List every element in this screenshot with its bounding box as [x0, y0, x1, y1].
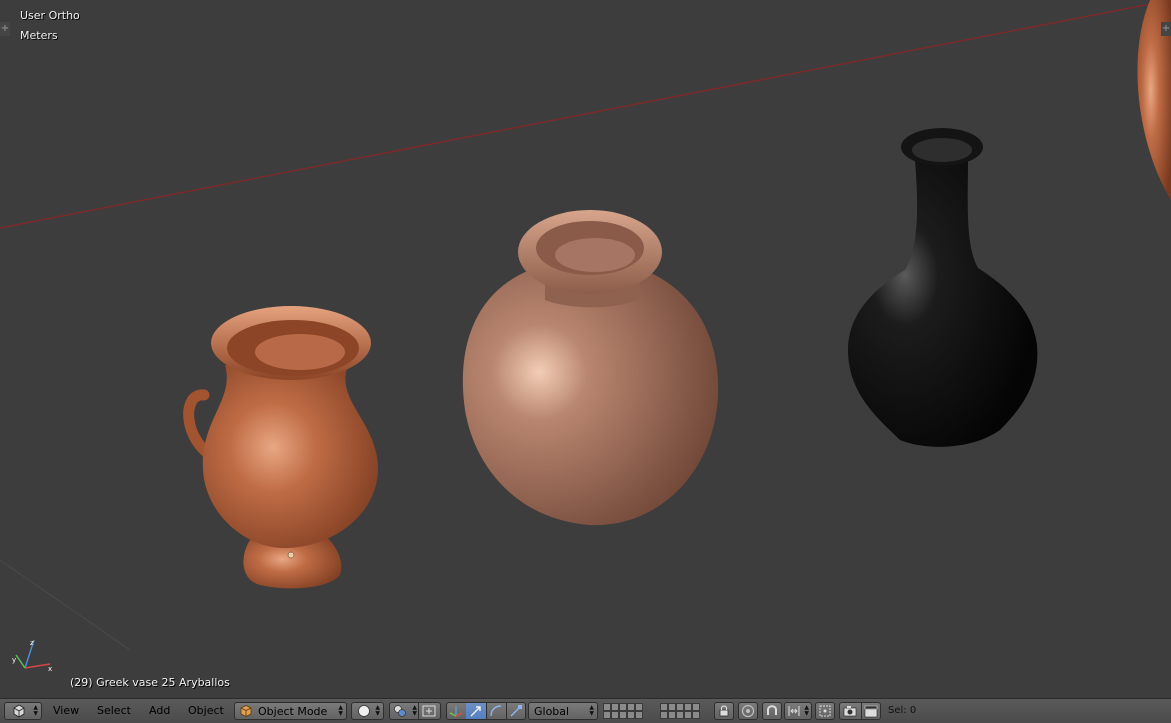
manipulator-toggle[interactable]	[447, 703, 467, 719]
object-origin-dot	[287, 551, 295, 559]
terracotta-pitcher	[183, 306, 379, 589]
viewport-shading-dropdown[interactable]: ▲ ▼	[351, 702, 384, 720]
scale-arrow-icon	[510, 705, 522, 717]
svg-text:z: z	[30, 639, 34, 647]
grid-dots-icon	[819, 705, 831, 717]
transform-orientation-dropdown[interactable]: Global ▲ ▼	[528, 702, 598, 720]
tool-shelf-toggle[interactable]: +	[0, 22, 10, 36]
menu-select[interactable]: Select	[97, 703, 131, 719]
scale-manipulator-button[interactable]	[506, 703, 526, 719]
proportional-circle-icon	[741, 704, 755, 718]
grid-line	[0, 559, 131, 651]
lock-icon	[719, 705, 729, 717]
jar-body	[462, 270, 719, 526]
rotate-manipulator-button[interactable]	[486, 703, 507, 719]
svg-text:y: y	[12, 656, 16, 664]
menu-object[interactable]: Object	[188, 703, 224, 719]
snap-element-dropdown[interactable]: ▲ ▼	[784, 702, 812, 720]
selection-count: Sel: 0	[888, 705, 917, 716]
chevron-updown-icon: ▲ ▼	[338, 704, 343, 717]
arrow-icon	[470, 706, 481, 717]
vase-body	[848, 160, 1038, 447]
x-axis-line	[0, 0, 1171, 229]
opengl-render-image-button[interactable]	[840, 703, 862, 719]
menu-view[interactable]: View	[53, 703, 79, 719]
magnet-icon	[767, 705, 777, 715]
chevron-updown-icon: ▲ ▼	[375, 704, 380, 717]
snap-increment-icon	[788, 706, 800, 716]
cube-icon	[240, 705, 252, 717]
rotate-arc-icon	[490, 705, 502, 717]
snap-toggle-button[interactable]	[762, 702, 782, 720]
scene-layers-right[interactable]	[660, 702, 710, 720]
jar-inner	[555, 238, 635, 272]
lock-layers-button[interactable]	[714, 702, 734, 720]
translate-manipulator-button[interactable]	[466, 703, 487, 719]
opengl-render-animation-button[interactable]	[861, 703, 882, 719]
3d-view-cube-icon	[13, 704, 25, 718]
solid-sphere-icon	[358, 705, 370, 717]
3d-view-header: ▲ ▼ View Select Add Object Object Mode ▲ ▼…	[0, 698, 1171, 723]
3d-viewport[interactable]: z x y + + User Ortho Meters (29) Greek v…	[0, 0, 1171, 698]
chevron-updown-icon: ▲ ▼	[804, 704, 809, 717]
units-label: Meters	[20, 29, 58, 42]
chevron-updown-icon: ▲ ▼	[589, 704, 594, 717]
mode-dropdown[interactable]: Object Mode ▲ ▼	[234, 702, 347, 720]
properties-panel-toggle[interactable]: +	[1161, 22, 1171, 36]
manipulator-group	[446, 702, 526, 720]
axis-gizmo: z x y	[12, 639, 52, 673]
pitcher-body	[202, 365, 379, 549]
editor-type-selector[interactable]: ▲ ▼	[4, 702, 42, 720]
view-name-label: User Ortho	[20, 9, 80, 22]
pivot-point-icon	[394, 705, 406, 717]
black-vase	[848, 128, 1038, 447]
scene-layers-left[interactable]	[603, 702, 653, 720]
active-object-label: (29) Greek vase 25 Aryballos	[70, 676, 230, 689]
scene-canvas[interactable]: z x y	[0, 0, 1171, 698]
snap-target-button[interactable]	[815, 702, 835, 720]
axis-manipulator-icon	[449, 706, 463, 717]
pivot-group: ▲ ▼	[389, 702, 441, 720]
vase-opening	[912, 138, 972, 162]
pitcher-inner	[255, 334, 345, 370]
orientation-label: Global	[534, 705, 570, 718]
proportional-editing-button[interactable]	[738, 702, 758, 720]
clapperboard-icon	[864, 705, 878, 718]
clay-jar	[462, 210, 719, 526]
mode-label: Object Mode	[258, 705, 328, 718]
manipulate-center-icon[interactable]	[421, 703, 437, 719]
pivot-point-dropdown[interactable]: ▲ ▼	[390, 703, 419, 719]
svg-text:x: x	[48, 665, 52, 673]
chevron-updown-icon: ▲ ▼	[33, 704, 38, 717]
chevron-updown-icon: ▲ ▼	[412, 704, 417, 717]
camera-icon	[843, 706, 857, 717]
menu-add[interactable]: Add	[149, 703, 170, 719]
render-group	[839, 702, 881, 720]
